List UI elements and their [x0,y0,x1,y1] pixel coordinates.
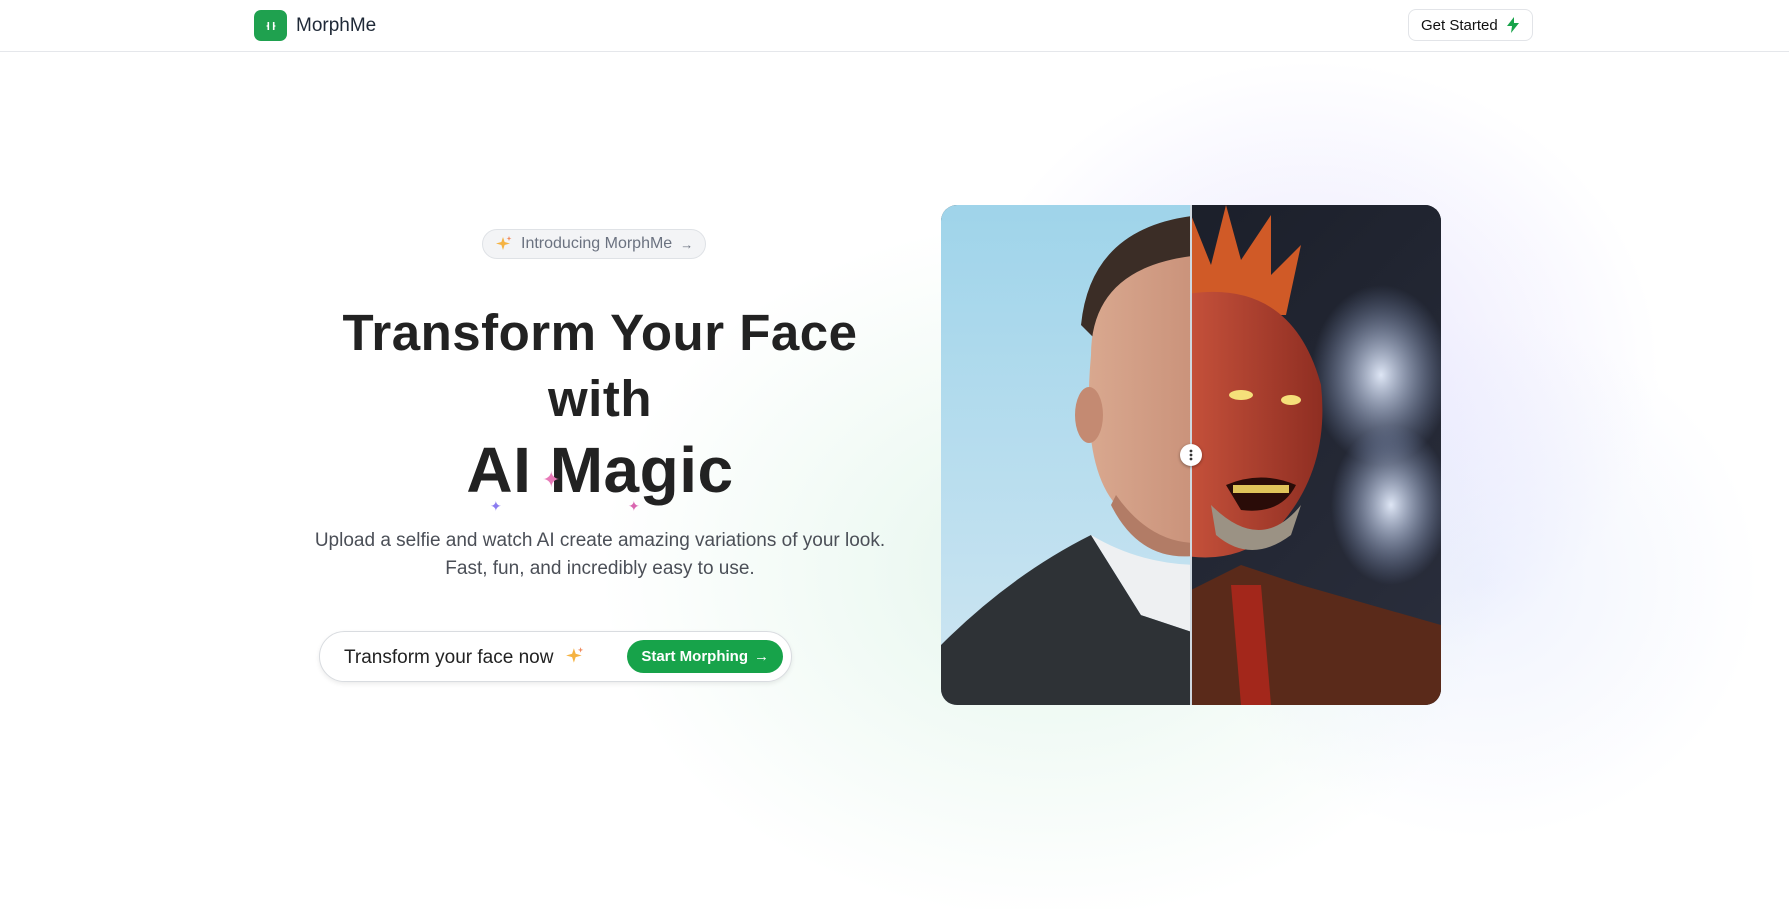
sparkles-icon [565,647,584,663]
headline-ai-magic: AI Magic [466,434,734,506]
arrow-right-icon: → [680,236,694,252]
brand-logo[interactable]: MorphMe [254,10,376,41]
hero-subtitle: Upload a selfie and watch AI create amaz… [314,530,886,579]
start-morphing-label: Start Morphing [641,648,748,665]
top-nav: MorphMe Get Started [0,0,1789,52]
cta-text: Transform your face now [344,646,585,669]
headline-line-2: with [548,370,652,427]
bolt-icon [1506,17,1519,33]
get-started-button[interactable]: Get Started [1408,9,1533,41]
intro-pill-label: Introducing MorphMe [521,235,673,252]
arrow-right-icon: → [754,648,769,665]
intro-pill[interactable]: Introducing MorphMe → [482,229,707,259]
headline-line-1: Transform Your Face [342,304,858,361]
hero-headline: Transform Your Face with AI Magic ✦ ✦ ✦ [300,300,900,514]
cta-bar: Transform your face now Start Morphing → [319,631,792,682]
page: MorphMe Get Started Introducing MorphMe … [0,0,1789,909]
cta-text-label: Transform your face now [344,647,554,668]
drag-handle-icon[interactable] [1180,444,1202,466]
before-after-comparison[interactable] [941,205,1441,705]
headline-line-3: AI Magic ✦ ✦ ✦ [300,432,900,514]
morph-logo-icon [254,10,287,41]
start-morphing-button[interactable]: Start Morphing → [627,640,783,673]
get-started-label: Get Started [1421,16,1498,34]
sparkle-pink-icon: ✦ [542,467,561,492]
sparkles-icon [496,236,512,250]
brand-name: MorphMe [296,14,377,36]
